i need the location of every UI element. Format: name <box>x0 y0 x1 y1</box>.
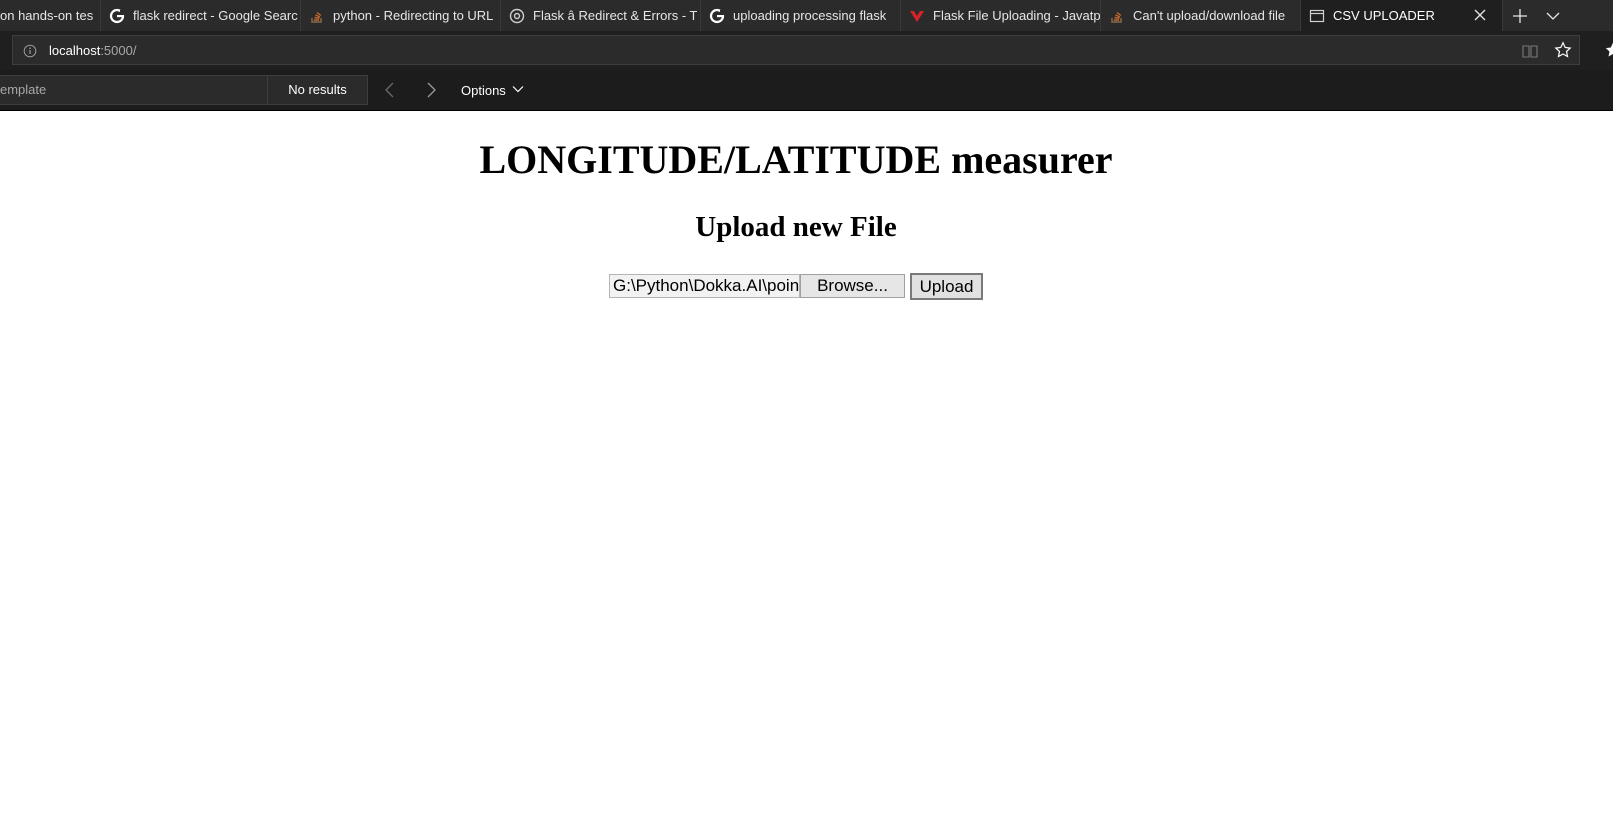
favorites-icon[interactable] <box>1604 41 1613 59</box>
google-icon <box>109 8 125 24</box>
stackoverflow-icon <box>1109 8 1125 24</box>
reading-view-icon[interactable] <box>1521 42 1539 60</box>
tab-stackoverflow-1[interactable]: on hands-on tes <box>0 0 101 31</box>
new-tab-icon[interactable] <box>1510 6 1530 26</box>
tutorialspoint-icon <box>509 8 525 24</box>
url-path: :5000/ <box>100 43 137 58</box>
tab-stackoverflow-redirect[interactable]: python - Redirecting to URL <box>301 0 501 31</box>
find-results: No results <box>267 75 368 105</box>
tab-title: python - Redirecting to URL <box>333 8 494 23</box>
tab-title: Can't upload/download file <box>1133 8 1286 23</box>
tab-title: on hands-on tes <box>0 8 94 23</box>
page-icon <box>1309 8 1325 24</box>
page-title: LONGITUDE/LATITUDE measurer <box>479 137 1113 182</box>
tab-title: CSV UPLOADER <box>1333 8 1435 23</box>
file-path-field[interactable]: G:\Python\Dokka.AI\points.csv <box>609 274 800 298</box>
javatpoint-icon <box>909 8 925 24</box>
close-tab-icon[interactable] <box>1472 7 1488 23</box>
tab-javatpoint[interactable]: Flask File Uploading - Javatp <box>901 0 1101 31</box>
tab-title: Flask â Redirect & Errors - T <box>533 8 698 23</box>
tab-tutorialspoint[interactable]: Flask â Redirect & Errors - T <box>501 0 701 31</box>
chevron-down-icon[interactable] <box>1543 6 1563 26</box>
upload-button[interactable]: Upload <box>910 272 983 300</box>
url-host: localhost <box>49 43 101 58</box>
address-bar[interactable]: localhost:5000/ <box>12 35 1580 65</box>
find-bar: emplate No results Options <box>0 70 1613 111</box>
tab-title: Flask File Uploading - Javatp <box>933 8 1100 23</box>
chevron-down-icon <box>512 83 524 98</box>
tab-title: flask redirect - Google Searc <box>133 8 298 23</box>
chevron-right-icon[interactable] <box>422 81 440 99</box>
find-options-button[interactable]: Options <box>461 81 524 99</box>
tab-strip: on hands-on tes flask redirect - Google … <box>0 0 1613 31</box>
tab-csv-uploader[interactable]: CSV UPLOADER <box>1301 0 1503 31</box>
favorite-star-icon[interactable] <box>1554 41 1572 59</box>
tab-title: uploading processing flask <box>733 8 887 23</box>
find-options-label: Options <box>461 82 506 98</box>
tab-google-flask-redirect[interactable]: flask redirect - Google Searc <box>101 0 301 31</box>
find-input[interactable]: emplate <box>0 75 268 105</box>
tab-stackoverflow-upload[interactable]: Can't upload/download file <box>1101 0 1301 31</box>
chevron-left-icon[interactable] <box>381 81 399 99</box>
stackoverflow-icon <box>309 8 325 24</box>
upload-form: G:\Python\Dokka.AI\points.csv Browse... … <box>609 272 983 300</box>
google-icon <box>709 8 725 24</box>
tab-google-uploading[interactable]: uploading processing flask <box>701 0 901 31</box>
browse-button[interactable]: Browse... <box>800 274 905 298</box>
address-bar-row: localhost:5000/ <box>0 31 1613 70</box>
upload-heading: Upload new File <box>695 211 897 243</box>
url-text[interactable]: localhost:5000/ <box>49 43 136 58</box>
info-icon[interactable] <box>23 44 37 58</box>
